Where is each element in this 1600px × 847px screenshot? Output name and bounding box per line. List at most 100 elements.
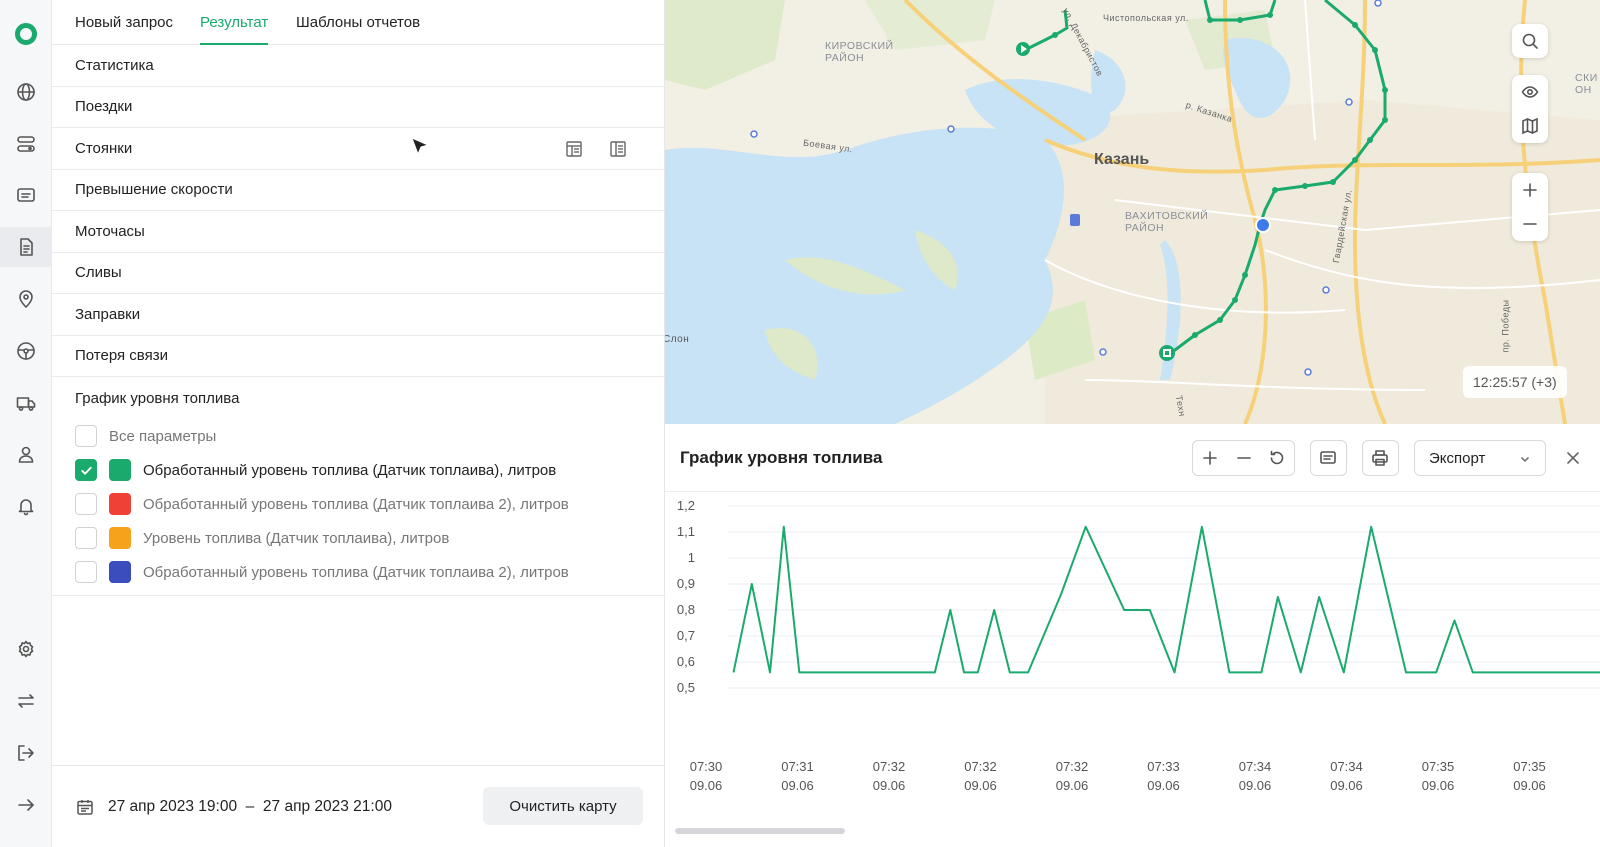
zoom-out-icon[interactable] [1512, 207, 1548, 241]
checkbox[interactable] [75, 527, 97, 549]
checkbox[interactable] [75, 561, 97, 583]
x-tick-date: 09.06 [690, 778, 723, 793]
map-layers-icon[interactable] [1512, 109, 1548, 143]
fuel-chart-panel: График уровня топлива Экспорт 1,31,21,11… [665, 424, 1600, 847]
map[interactable]: КИРОВСКИЙ РАЙОН ВАХИТОВСКИЙ РАЙОН СКИ ОН… [665, 0, 1600, 424]
report-row-label: Стоянки [75, 139, 133, 157]
color-swatch-orange [109, 527, 131, 549]
exchange-icon[interactable] [0, 681, 52, 721]
chart-comment-button[interactable] [1311, 441, 1345, 475]
color-swatch-blue [109, 561, 131, 583]
street-label: Слон [665, 334, 690, 345]
x-tick-date: 09.06 [1147, 778, 1180, 793]
tab-result[interactable]: Результат [200, 14, 269, 45]
chart-y-axis: 1,31,21,110,90,80,70,60,5 [677, 498, 695, 695]
calendar-icon [77, 800, 93, 815]
chart-zoom-in-button[interactable] [1193, 441, 1227, 475]
checkbox[interactable] [75, 425, 97, 447]
chart-print-group [1362, 440, 1399, 476]
param-item[interactable]: Уровень топлива (Датчик топлаива), литро… [75, 521, 665, 555]
param-all[interactable]: Все параметры [75, 419, 665, 453]
param-item[interactable]: Обработанный уровень топлива (Датчик топ… [75, 453, 665, 487]
arrow-right-icon[interactable] [0, 785, 52, 825]
report-row-label: Статистика [75, 56, 154, 74]
fuel-section-label: График уровня топлива [75, 389, 240, 407]
tab-new-request[interactable]: Новый запрос [75, 14, 173, 31]
x-tick-time: 07:34 [1239, 759, 1272, 774]
fuel-params-list: Все параметры Обработанный уровень топли… [52, 419, 665, 596]
map-zoom-controls [1512, 173, 1548, 241]
report-row-connection-loss[interactable]: Потеря связи [52, 336, 665, 377]
clear-map-button[interactable]: Очистить карту [483, 787, 643, 825]
logout-icon[interactable] [0, 733, 52, 773]
district-label-edge: СКИ ОН [1575, 72, 1598, 96]
street-label: пр. Победы [1500, 299, 1511, 353]
table-view-icon[interactable] [565, 140, 583, 158]
printer-icon [1372, 450, 1388, 466]
map-layer-controls [1512, 75, 1548, 143]
settings-icon[interactable] [0, 629, 52, 669]
chart-series [732, 525, 1600, 674]
sidebar-view-icon[interactable] [609, 140, 627, 158]
minus-icon [1236, 457, 1251, 459]
x-tick-date: 09.06 [781, 778, 814, 793]
x-tick-date: 09.06 [1330, 778, 1363, 793]
user-icon[interactable] [0, 434, 52, 474]
report-icon[interactable] [0, 227, 52, 267]
param-label: Обработанный уровень топлива (Датчик топ… [143, 563, 569, 581]
y-tick-label: 0,7 [677, 628, 695, 643]
tab-report-templates[interactable]: Шаблоны отчетов [296, 14, 420, 31]
route-icon[interactable] [0, 124, 52, 164]
chart-scrollbar[interactable] [675, 828, 845, 834]
checkbox-checked[interactable] [75, 459, 97, 481]
mouse-cursor-icon [411, 137, 430, 156]
x-tick-date: 09.06 [1239, 778, 1272, 793]
bell-icon[interactable] [0, 486, 52, 526]
chart-reset-button[interactable] [1260, 441, 1294, 475]
y-tick-label: 1,2 [677, 498, 695, 513]
logo-icon[interactable] [15, 23, 37, 45]
report-row-label: Заправки [75, 305, 141, 323]
close-chart-button[interactable] [1563, 448, 1583, 468]
report-row-label: Моточасы [75, 222, 145, 240]
date-range-text: 27 апр 2023 19:00 – 27 апр 2023 21:00 [108, 798, 392, 815]
chart-gridlines [728, 505, 1600, 689]
truck-icon[interactable] [0, 383, 52, 423]
location-pin-icon[interactable] [0, 279, 52, 319]
fuel-section-title[interactable]: График уровня топлива [52, 377, 665, 419]
search-icon[interactable] [1512, 24, 1548, 58]
report-row-label: Сливы [75, 264, 122, 282]
x-tick-date: 09.06 [1056, 778, 1089, 793]
param-item[interactable]: Обработанный уровень топлива (Датчик топ… [75, 555, 665, 589]
series-line[interactable] [732, 525, 1600, 674]
report-row-stops[interactable]: Стоянки [52, 128, 665, 170]
zoom-in-icon[interactable] [1512, 173, 1548, 207]
chart-print-button[interactable] [1363, 441, 1397, 475]
report-panel: Новый запрос Результат Шаблоны отчетов С… [52, 0, 665, 847]
param-label: Обработанный уровень топлива (Датчик топ… [143, 461, 557, 479]
chart-x-axis: 07:30 09.06 07:31 09.06 07:32 09.06 07:32 09.06… [690, 759, 1546, 793]
param-item[interactable]: Обработанный уровень топлива (Датчик топ… [75, 487, 665, 521]
x-tick-time: 07:34 [1330, 759, 1363, 774]
message-icon[interactable] [0, 176, 52, 216]
color-swatch-green [109, 459, 131, 481]
report-row-statistics[interactable]: Статистика [52, 45, 665, 87]
report-row-refuels[interactable]: Заправки [52, 294, 665, 336]
date-range[interactable]: 27 апр 2023 19:00 – 27 апр 2023 21:00 [76, 798, 392, 816]
report-row-speeding[interactable]: Превышение скорости [52, 170, 665, 211]
fuel-level-chart[interactable]: 1,31,21,110,90,80,70,60,5 07:3009.0607:3… [665, 492, 1600, 832]
x-tick-date: 09.06 [964, 778, 997, 793]
report-row-trips[interactable]: Поездки [52, 87, 665, 128]
chart-zoom-out-button[interactable] [1227, 441, 1261, 475]
globe-icon[interactable] [0, 72, 52, 112]
checkmark-icon [80, 466, 92, 475]
checkbox[interactable] [75, 493, 97, 515]
report-row-engine-hours[interactable]: Моточасы [52, 211, 665, 253]
x-tick-date: 09.06 [1513, 778, 1546, 793]
x-tick-time: 07:35 [1422, 759, 1455, 774]
export-dropdown[interactable]: Экспорт [1414, 440, 1546, 476]
city-label: Казань [1094, 151, 1150, 168]
report-row-drains[interactable]: Сливы [52, 253, 665, 294]
steering-wheel-icon[interactable] [0, 331, 52, 371]
eye-icon[interactable] [1512, 75, 1548, 109]
